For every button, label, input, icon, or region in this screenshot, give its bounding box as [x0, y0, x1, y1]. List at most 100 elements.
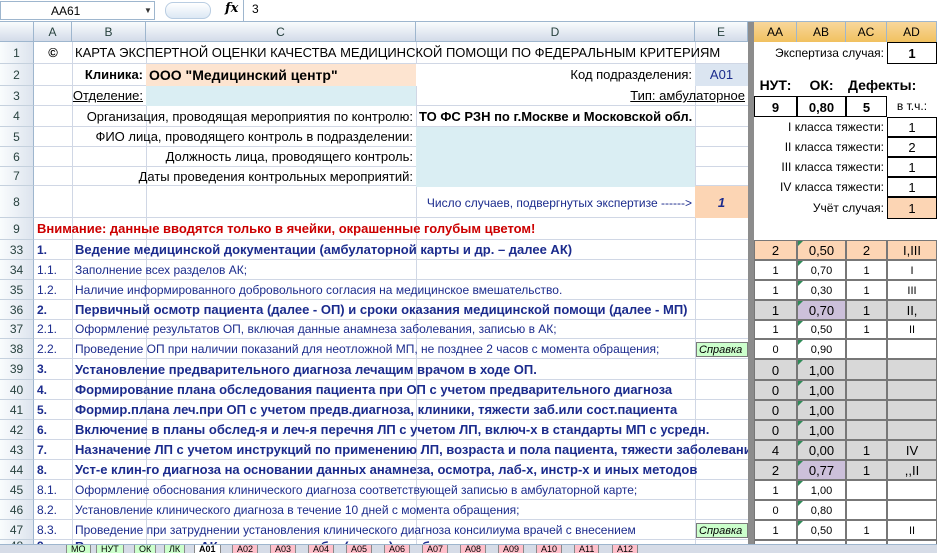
criterion-number: 7. — [37, 443, 48, 457]
row-header[interactable]: 39 — [0, 359, 34, 380]
score-cell-aa: 0 — [754, 339, 797, 359]
column-header-b[interactable]: B — [72, 22, 146, 42]
sheet-tab[interactable]: А05 — [346, 545, 373, 553]
defects-value: 5 — [846, 96, 887, 117]
row-header[interactable]: 6 — [0, 147, 34, 167]
row-header[interactable]: 45 — [0, 480, 34, 500]
column-header-ac[interactable]: AC — [846, 22, 887, 42]
criterion-number: 3. — [37, 362, 48, 376]
score-cell-ad: III — [887, 280, 937, 300]
criterion-number: 1.1. — [37, 263, 58, 277]
row-header[interactable]: 5 — [0, 127, 34, 147]
function-icon[interactable]: fx — [225, 1, 238, 16]
chevron-down-icon[interactable]: ▼ — [144, 6, 152, 15]
criterion-number: 1. — [37, 243, 48, 257]
sheet-tab[interactable]: А03 — [270, 545, 297, 553]
row-header[interactable]: 4 — [0, 106, 34, 127]
row-header[interactable]: 3 — [0, 86, 34, 106]
score-cell-aa: 2 — [754, 460, 797, 480]
sheet-tab[interactable]: А02 — [232, 545, 259, 553]
column-header-d[interactable]: D — [416, 22, 695, 42]
sheet-tab[interactable]: А06 — [384, 545, 411, 553]
score-cell-ac: 1 — [846, 320, 887, 339]
score-cell-ad: II — [887, 320, 937, 339]
row-header[interactable]: 37 — [0, 320, 34, 339]
criterion-text: Формир.плана леч.при ОП с учетом предв.д… — [75, 402, 678, 417]
comment-marker-icon — [798, 381, 803, 386]
expertise-value: 1 — [887, 42, 937, 64]
score-cell-ac: 1 — [846, 520, 887, 540]
row-header[interactable]: 1 — [0, 42, 34, 64]
sheet-tab[interactable]: А04 — [308, 545, 335, 553]
sheet-tab[interactable]: А11 — [574, 545, 600, 553]
reference-button[interactable]: Справка — [696, 523, 748, 538]
row-header[interactable]: 8 — [0, 186, 34, 218]
row-header[interactable]: 43 — [0, 440, 34, 460]
row-header[interactable]: 7 — [0, 167, 34, 186]
score-cell-ad: II — [887, 520, 937, 540]
comment-marker-icon — [798, 421, 803, 426]
score-cell-ab: 0,80 — [797, 500, 846, 520]
formula-bar-splitter[interactable] — [165, 2, 211, 19]
dates-label: Даты проведения контрольных мероприятий: — [138, 169, 413, 184]
row-header[interactable]: 46 — [0, 500, 34, 520]
sheet-tab[interactable]: А07 — [422, 545, 449, 553]
criterion-text: Проведение ОП при наличии показаний для … — [75, 342, 660, 356]
org-value: ТО ФС РЗН по г.Москве и Московской обл. — [419, 109, 693, 124]
row-header[interactable]: 47 — [0, 520, 34, 540]
score-cell-ab: 1,00 — [797, 359, 846, 380]
criterion-text: Первичный осмотр пациента (далее - ОП) и… — [75, 302, 688, 317]
score-cell-ac: 1 — [846, 300, 887, 320]
class-label: I класса тяжести: — [788, 120, 884, 134]
column-header-ab[interactable]: AB — [797, 22, 846, 42]
score-cell-ad — [887, 480, 937, 500]
frozen-pane-divider[interactable] — [748, 22, 754, 544]
sheet-tab[interactable]: А09 — [498, 545, 525, 553]
vtch-label: в т.ч.: — [896, 99, 928, 113]
row-header[interactable]: 2 — [0, 64, 34, 86]
score-cell-ac: 1 — [846, 460, 887, 480]
type-label: Тип: амбулаторное — [630, 88, 745, 103]
score-cell-aa: 0 — [754, 359, 797, 380]
department-input[interactable] — [146, 86, 416, 106]
reference-button[interactable]: Справка — [696, 342, 748, 357]
column-header-a[interactable]: A — [34, 22, 72, 42]
column-header-e[interactable]: E — [695, 22, 748, 42]
score-cell-aa: 0 — [754, 420, 797, 440]
row-header[interactable]: 34 — [0, 260, 34, 280]
select-all-corner[interactable] — [0, 22, 34, 42]
comment-marker-icon — [798, 501, 803, 506]
row-header[interactable]: 36 — [0, 300, 34, 320]
sheet-tab[interactable]: ОК — [134, 545, 157, 553]
row-header[interactable]: 33 — [0, 240, 34, 260]
criterion-text: Включение в планы обслед-я и леч-я переч… — [75, 422, 710, 437]
criterion-text: Уст-е клин-го диагноза на основании данн… — [75, 462, 698, 477]
row-header[interactable]: 42 — [0, 420, 34, 440]
warning-text: Внимание: данные вводятся только в ячейк… — [37, 221, 536, 236]
criterion-text: Назначение ЛП с учетом инструкций по при… — [75, 442, 748, 457]
control-inputs-bg[interactable] — [416, 127, 695, 187]
name-box[interactable]: AA61 — [0, 1, 155, 20]
column-header-aa[interactable]: AA — [754, 22, 797, 42]
sheet-tab[interactable]: А12 — [612, 545, 639, 553]
position-label: Должность лица, проводящего контроль: — [165, 149, 413, 164]
score-cell-ad: IV — [887, 440, 937, 460]
row-header[interactable]: 35 — [0, 280, 34, 300]
row-header[interactable]: 9 — [0, 218, 34, 240]
sheet-tab[interactable]: ЛК — [164, 545, 186, 553]
sheet-tab[interactable]: НУТ — [96, 545, 124, 553]
row-header[interactable]: 38 — [0, 339, 34, 359]
column-header-ad[interactable]: AD — [887, 22, 937, 42]
sheet-tab[interactable]: А08 — [460, 545, 487, 553]
criterion-text: Проведение при затруднении установления … — [75, 523, 636, 537]
criterion-text: Установление клинического диагноза в теч… — [75, 503, 520, 517]
score-cell-ac — [846, 480, 887, 500]
row-header[interactable]: 41 — [0, 400, 34, 420]
column-header-c[interactable]: C — [146, 22, 416, 42]
sheet-tab[interactable]: МО — [66, 545, 91, 553]
sheet-tab[interactable]: А10 — [536, 545, 563, 553]
sheet-tab[interactable]: А01 — [194, 545, 221, 553]
row-header[interactable]: 44 — [0, 460, 34, 480]
formula-input[interactable]: 3 — [243, 0, 937, 21]
row-header[interactable]: 40 — [0, 380, 34, 400]
